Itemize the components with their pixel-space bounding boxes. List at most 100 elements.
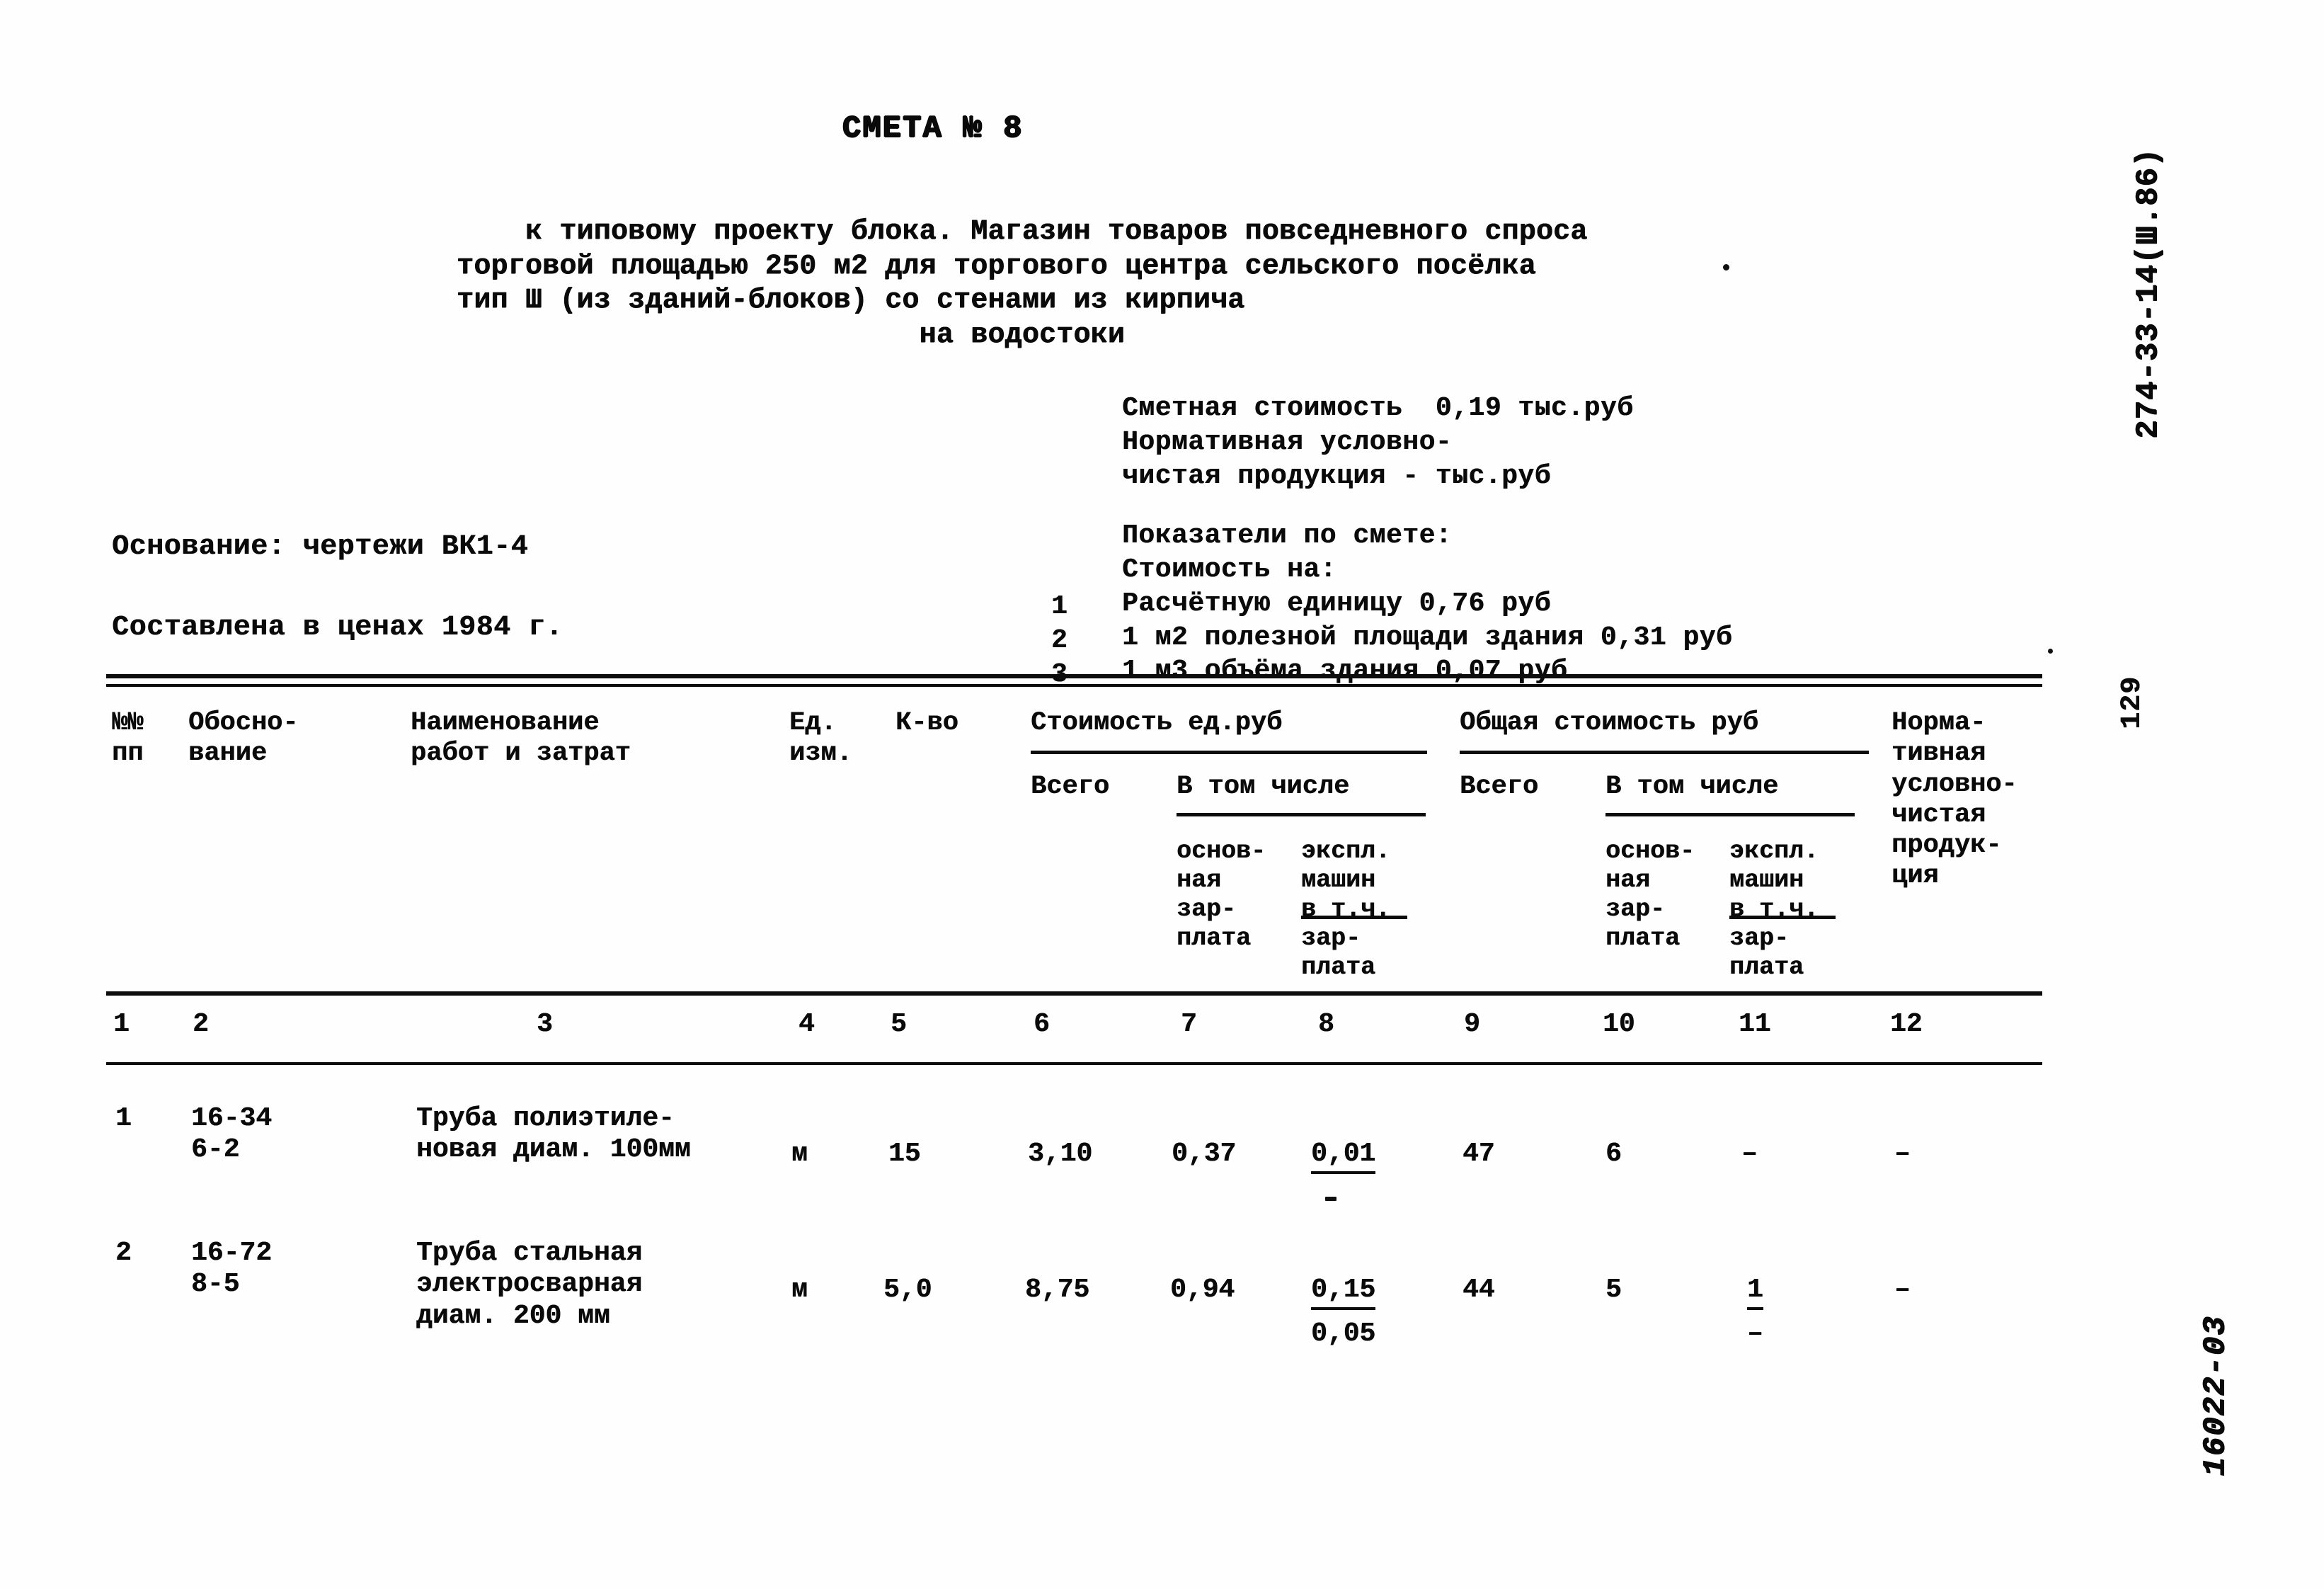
row1-grand-mach-top-text: – (1741, 1139, 1758, 1169)
row2-name-line2: электросварная (416, 1269, 643, 1300)
row2-unit-text: м (791, 1275, 808, 1305)
header-incl-b: В том числе (1605, 772, 1778, 802)
row2-grand-mach-bottom-text: – (1747, 1319, 1763, 1349)
row1-no: 1 (115, 1103, 132, 1134)
row2-name-line1: Труба стальная (416, 1238, 643, 1268)
subtitle-line-2: торговой площадью 250 м2 для торгового ц… (457, 250, 1536, 283)
row1-name-line1: Труба полиэтиле- (416, 1103, 675, 1134)
indicators-heading: Показатели по смете: (1122, 520, 1453, 551)
row1-grand-basic-wage-text: 6 (1605, 1139, 1622, 1169)
header-incl-a-label: В том числе (1177, 772, 1350, 802)
header-col-1: №№ пп (112, 708, 143, 770)
row2-unit: м (791, 1275, 808, 1306)
header-total-cost-label: Общая стоимость руб (1460, 708, 1758, 738)
indicator-item-2: 1 м2 полезной площади здания 0,31 руб (1122, 622, 1733, 653)
unit-cost-group-underline (1031, 751, 1427, 754)
colnum-7-text: 7 (1181, 1009, 1197, 1040)
basic-b-l2: ная (1605, 865, 1651, 894)
row2-no-text: 2 (115, 1238, 132, 1268)
row1-npp: – (1894, 1139, 1911, 1170)
header-col2-line2: вание (188, 739, 268, 769)
basis-block: Основание: чертежи ВК1-4 Составлена в цен… (112, 505, 563, 699)
header-col12-line6: ция (1891, 861, 1939, 892)
row2-grand-basic-wage: 5 (1605, 1275, 1622, 1306)
mach-b-l3: в т.ч. (1729, 894, 1819, 923)
row2-unit-basic-wage-text: 0,94 (1170, 1275, 1235, 1305)
indicators-numbering: 1 2 3 (1051, 556, 1084, 725)
header-col12-line5: продук- (1891, 831, 2002, 861)
row1-code-line1: 16-34 (191, 1103, 273, 1134)
row2-unit-total-text: 8,75 (1025, 1275, 1090, 1305)
row2-unit-mach-top-text: 0,15 (1311, 1275, 1376, 1305)
row2-npp: – (1894, 1275, 1911, 1306)
header-col-4: Ед. изм. (789, 708, 852, 770)
scan-speck (2048, 649, 2053, 654)
colnum-3: 3 (537, 1009, 553, 1040)
basis-prices-year: Составлена в ценах 1984 г. (112, 612, 563, 644)
colnum-1-text: 1 (113, 1009, 130, 1040)
scan-speck (1723, 264, 1729, 270)
row2-npp-text: – (1894, 1275, 1911, 1305)
row2-code: 16-72 8-5 (191, 1238, 272, 1301)
document-page: СМЕТА № 8 к типовому проекту блока. Мага… (0, 0, 2324, 1589)
header-col1-line2: пп (112, 739, 144, 769)
basic-a-l2: ная (1177, 865, 1222, 894)
colnum-11-text: 11 (1739, 1009, 1771, 1040)
row1-name-line2: новая диам. 100мм (416, 1134, 691, 1166)
indicator-no-2: 2 (1051, 625, 1068, 656)
header-basic-wage-b: основ- ная зар- плата (1605, 837, 1695, 953)
row2-unit-mach-bottom: 0,05 (1311, 1319, 1375, 1350)
table-colnum-bottom-rule (106, 1062, 2042, 1065)
header-total-b: Всего (1460, 772, 1538, 802)
row2-unit-basic-wage: 0,94 (1170, 1275, 1235, 1306)
header-total-a: Всего (1031, 772, 1109, 802)
page-title: СМЕТА № 8 (842, 111, 1024, 147)
row2-grand-basic-wage-text: 5 (1605, 1275, 1622, 1305)
row1-npp-text: – (1894, 1139, 1911, 1169)
table-header-bottom-rule (106, 991, 2042, 996)
row2-unit-mach-bottom-text: 0,05 (1311, 1319, 1376, 1349)
mach-a-l3: в т.ч. (1301, 894, 1391, 923)
incl-a-underline (1177, 813, 1426, 816)
row1-code-line2: 6-2 (191, 1134, 240, 1166)
mach-b-l5: плата (1729, 952, 1804, 981)
colnum-4: 4 (798, 1009, 815, 1040)
row1-qty: 15 (888, 1139, 921, 1170)
colnum-2-text: 2 (193, 1009, 209, 1040)
row2-unit-mach-top: 0,15 (1311, 1275, 1376, 1311)
colnum-12-text: 12 (1890, 1009, 1923, 1040)
header-incl-a: В том числе (1177, 772, 1349, 802)
header-col-2: Обосно- вание (188, 708, 298, 770)
header-col12-line2: тивная (1891, 739, 1986, 769)
colnum-9: 9 (1464, 1009, 1480, 1040)
basic-b-l1: основ- (1605, 837, 1695, 865)
total-cost-group-underline (1460, 751, 1869, 754)
row2-grand-mach-bottom: – (1747, 1319, 1763, 1350)
basic-a-l1: основ- (1177, 837, 1266, 865)
subtitle-line-3: тип Ш (из зданий-блоков) со стенами из к… (457, 285, 1245, 317)
scan-speck (1325, 1197, 1336, 1201)
header-col4-line1: Ед. (789, 708, 837, 738)
header-col12-line3: условно- (1891, 769, 2017, 799)
colnum-12: 12 (1890, 1009, 1923, 1040)
header-col1-line1: №№ (112, 708, 144, 738)
colnum-6: 6 (1034, 1009, 1050, 1040)
row2-code-line1: 16-72 (191, 1238, 273, 1268)
mach-b-l2: машин (1729, 865, 1804, 894)
basic-b-l3: зар- (1605, 894, 1666, 923)
colnum-6-text: 6 (1034, 1009, 1050, 1040)
header-col-3: Наименование работ и затрат (411, 708, 631, 770)
row1-name: Труба полиэтиле- новая диам. 100мм (416, 1103, 691, 1166)
colnum-8-text: 8 (1318, 1009, 1334, 1040)
estimate-cost-label: Сметная стоимость (1122, 392, 1403, 423)
header-total-a-label: Всего (1031, 772, 1110, 802)
header-col3-line2: работ и затрат (411, 739, 631, 769)
incl-b-underline (1605, 813, 1855, 816)
header-basic-wage-a: основ- ная зар- плата (1177, 837, 1266, 953)
header-col4-line2: изм. (789, 739, 852, 769)
header-col-12: Норма- тивная условно- чистая продук- ци… (1891, 708, 2017, 892)
header-machines-a: экспл. машин в т.ч. зар- плата (1301, 837, 1390, 982)
archive-stamp-vertical: 16022-03 (2198, 1315, 2233, 1476)
colnum-5-text: 5 (891, 1009, 907, 1040)
estimate-cost-line: Сметная стоимость 0,19 тыс.руб (1122, 393, 1633, 423)
